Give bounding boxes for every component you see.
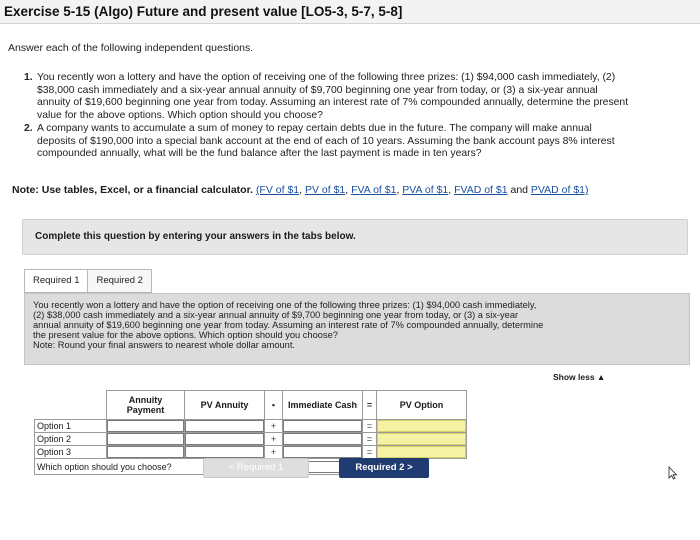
link-fv-of-1[interactable]: (FV of $1 [256,184,299,196]
instructions-banner: Complete this question by entering your … [22,219,688,255]
plus-op: + [264,419,283,433]
immediate-cash-input[interactable] [283,433,362,445]
question-number: 2. [24,123,33,134]
equals-op: = [362,419,377,433]
instructions-text: Complete this question by entering your … [35,231,356,242]
tab-required-1[interactable]: Required 1 [24,269,89,293]
pv-annuity-input[interactable] [185,420,264,432]
question-line: compounded annually, what will be the fu… [37,148,482,159]
tab-required-2[interactable]: Required 2 [88,269,152,293]
question-panel: You recently won a lottery and have the … [24,293,690,365]
header-pv-option: PV Option [376,390,467,420]
header-annuity-payment: Annuity Payment [106,390,185,420]
calculator-note: Note: Use tables, Excel, or a financial … [12,184,589,196]
show-less-toggle[interactable]: Show less ▲ [553,372,605,382]
row-label: Option 3 [34,445,107,459]
intro-text: Answer each of the following independent… [8,42,254,54]
plus-op: + [264,432,283,446]
header-pv-annuity: PV Annuity [184,390,265,420]
question-line: annuity of $19,600 beginning one year fr… [37,97,629,108]
question-line: You recently won a lottery and have the … [37,72,616,83]
table-row: Option 3 + = [34,445,467,459]
question-line: A company wants to accumulate a sum of m… [37,123,592,134]
immediate-cash-input[interactable] [283,420,362,432]
question-line: deposits of $190,000 into a special bank… [37,135,615,147]
page-title: Exercise 5-15 (Algo) Future and present … [4,4,403,19]
title-bar: Exercise 5-15 (Algo) Future and present … [0,0,700,24]
question-2: 2. A company wants to accumulate a sum o… [24,123,700,161]
annuity-payment-input[interactable] [107,446,184,458]
panel-line: (2) $38,000 cash immediately and a six-y… [33,310,519,320]
question-line: value for the above options. Which optio… [37,109,323,121]
next-required-button[interactable]: Required 2 > [339,458,429,478]
plus-op: + [264,445,283,459]
row-label: Option 1 [34,419,107,433]
panel-line: the present value for the above options.… [33,330,338,340]
header-multiply-op: • [264,390,283,420]
link-fva-of-1[interactable]: FVA of $1 [351,184,396,196]
pv-option-input[interactable] [377,433,466,445]
question-list: 1. You recently won a lottery and have t… [24,72,700,162]
question-1: 1. You recently won a lottery and have t… [24,72,700,122]
equals-op: = [362,445,377,459]
row-label: Option 2 [34,432,107,446]
link-pvad-of-1[interactable]: PVAD of $1) [531,184,589,196]
panel-note: Note: Round your final answers to neares… [33,340,296,350]
link-fvad-of-1[interactable]: FVAD of $1 [454,184,508,196]
annuity-payment-input[interactable] [107,433,184,445]
immediate-cash-input[interactable] [283,446,362,458]
tab-bar: Required 1 Required 2 [24,269,152,293]
prev-required-button[interactable]: < Required 1 [203,458,309,478]
panel-line: You recently won a lottery and have the … [33,300,537,310]
question-number: 1. [24,72,33,83]
mouse-pointer-icon [668,466,678,480]
annuity-payment-input[interactable] [107,420,184,432]
pv-annuity-input[interactable] [185,446,264,458]
note-label: Note: Use tables, Excel, or a financial … [12,184,254,196]
table-row: Option 2 + = [34,432,467,446]
question-line: $38,000 cash immediately and a six-year … [37,84,598,96]
pv-option-input[interactable] [377,420,466,432]
header-immediate-cash: Immediate Cash [282,390,363,420]
equals-op: = [362,432,377,446]
table-row: Option 1 + = [34,419,467,433]
pv-option-input[interactable] [377,446,466,458]
panel-line: annual annuity of $19,600 beginning one … [33,320,544,330]
link-pv-of-1[interactable]: PV of $1 [305,184,345,196]
pv-annuity-input[interactable] [185,433,264,445]
link-pva-of-1[interactable]: PVA of $1 [402,184,448,196]
header-equals-op: = [362,390,377,420]
